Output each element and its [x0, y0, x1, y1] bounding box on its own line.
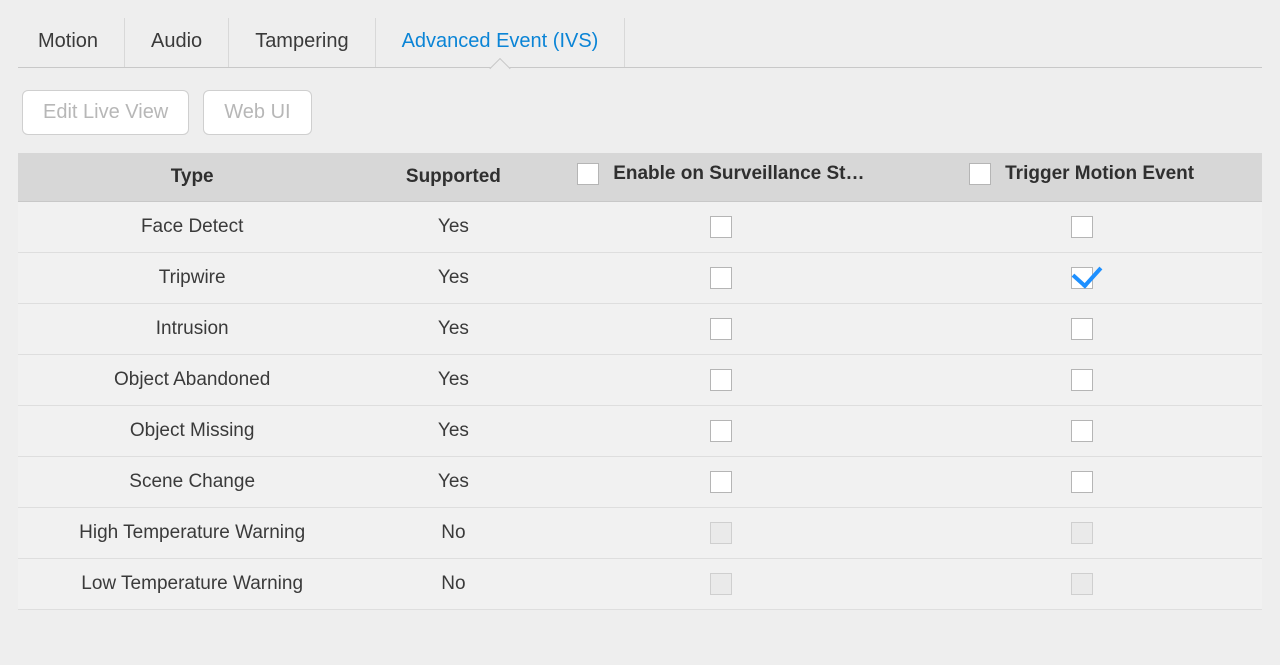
- table-row: Scene ChangeYes: [18, 457, 1262, 508]
- row-trigger-cell: [901, 304, 1262, 355]
- edit-live-view-button[interactable]: Edit Live View: [22, 90, 189, 135]
- row-trigger-checkbox[interactable]: [1071, 267, 1093, 289]
- toolbar: Edit Live View Web UI: [18, 68, 1262, 153]
- row-trigger-checkbox: [1071, 573, 1093, 595]
- row-enable-checkbox[interactable]: [710, 318, 732, 340]
- row-enable-cell: [540, 508, 901, 559]
- row-type: Low Temperature Warning: [18, 559, 366, 610]
- tab-audio[interactable]: Audio: [125, 18, 229, 67]
- row-trigger-cell: [901, 457, 1262, 508]
- row-enable-cell: [540, 457, 901, 508]
- row-trigger-checkbox[interactable]: [1071, 420, 1093, 442]
- tab-motion[interactable]: Motion: [18, 18, 125, 67]
- tab-bar: Motion Audio Tampering Advanced Event (I…: [18, 18, 1262, 68]
- col-header-enable-label: Enable on Surveillance St…: [613, 163, 864, 185]
- row-trigger-cell: [901, 406, 1262, 457]
- row-enable-checkbox[interactable]: [710, 420, 732, 442]
- row-type: Object Abandoned: [18, 355, 366, 406]
- col-header-type: Type: [18, 153, 366, 202]
- row-enable-cell: [540, 202, 901, 253]
- web-ui-button[interactable]: Web UI: [203, 90, 311, 135]
- col-header-enable: Enable on Surveillance St…: [540, 153, 901, 202]
- table-row: Object MissingYes: [18, 406, 1262, 457]
- row-supported: Yes: [366, 457, 540, 508]
- row-trigger-cell: [901, 253, 1262, 304]
- table-row: Object AbandonedYes: [18, 355, 1262, 406]
- row-enable-checkbox: [710, 522, 732, 544]
- row-enable-checkbox[interactable]: [710, 369, 732, 391]
- row-trigger-checkbox[interactable]: [1071, 471, 1093, 493]
- row-trigger-cell: [901, 559, 1262, 610]
- row-trigger-cell: [901, 202, 1262, 253]
- row-enable-cell: [540, 559, 901, 610]
- row-type: Tripwire: [18, 253, 366, 304]
- col-header-trigger: Trigger Motion Event: [901, 153, 1262, 202]
- row-trigger-cell: [901, 355, 1262, 406]
- col-header-supported: Supported: [366, 153, 540, 202]
- table-row: High Temperature WarningNo: [18, 508, 1262, 559]
- row-supported: Yes: [366, 202, 540, 253]
- row-enable-checkbox: [710, 573, 732, 595]
- header-trigger-checkbox[interactable]: [969, 163, 991, 185]
- table-row: Low Temperature WarningNo: [18, 559, 1262, 610]
- row-supported: Yes: [366, 304, 540, 355]
- header-enable-checkbox[interactable]: [577, 163, 599, 185]
- table-row: TripwireYes: [18, 253, 1262, 304]
- row-supported: Yes: [366, 355, 540, 406]
- col-header-trigger-label: Trigger Motion Event: [1005, 163, 1194, 185]
- row-enable-cell: [540, 304, 901, 355]
- row-supported: No: [366, 508, 540, 559]
- row-trigger-cell: [901, 508, 1262, 559]
- row-enable-checkbox[interactable]: [710, 471, 732, 493]
- events-table: Type Supported Enable on Surveillance St…: [18, 153, 1262, 610]
- row-supported: Yes: [366, 406, 540, 457]
- row-type: Object Missing: [18, 406, 366, 457]
- row-type: Face Detect: [18, 202, 366, 253]
- row-type: Scene Change: [18, 457, 366, 508]
- row-type: High Temperature Warning: [18, 508, 366, 559]
- row-enable-cell: [540, 406, 901, 457]
- table-row: Face DetectYes: [18, 202, 1262, 253]
- row-trigger-checkbox[interactable]: [1071, 369, 1093, 391]
- tab-tampering[interactable]: Tampering: [229, 18, 375, 67]
- row-supported: Yes: [366, 253, 540, 304]
- row-supported: No: [366, 559, 540, 610]
- row-enable-cell: [540, 253, 901, 304]
- row-type: Intrusion: [18, 304, 366, 355]
- row-enable-checkbox[interactable]: [710, 216, 732, 238]
- row-enable-checkbox[interactable]: [710, 267, 732, 289]
- row-enable-cell: [540, 355, 901, 406]
- table-row: IntrusionYes: [18, 304, 1262, 355]
- row-trigger-checkbox[interactable]: [1071, 318, 1093, 340]
- row-trigger-checkbox[interactable]: [1071, 216, 1093, 238]
- tab-advanced-event[interactable]: Advanced Event (IVS): [376, 18, 626, 67]
- row-trigger-checkbox: [1071, 522, 1093, 544]
